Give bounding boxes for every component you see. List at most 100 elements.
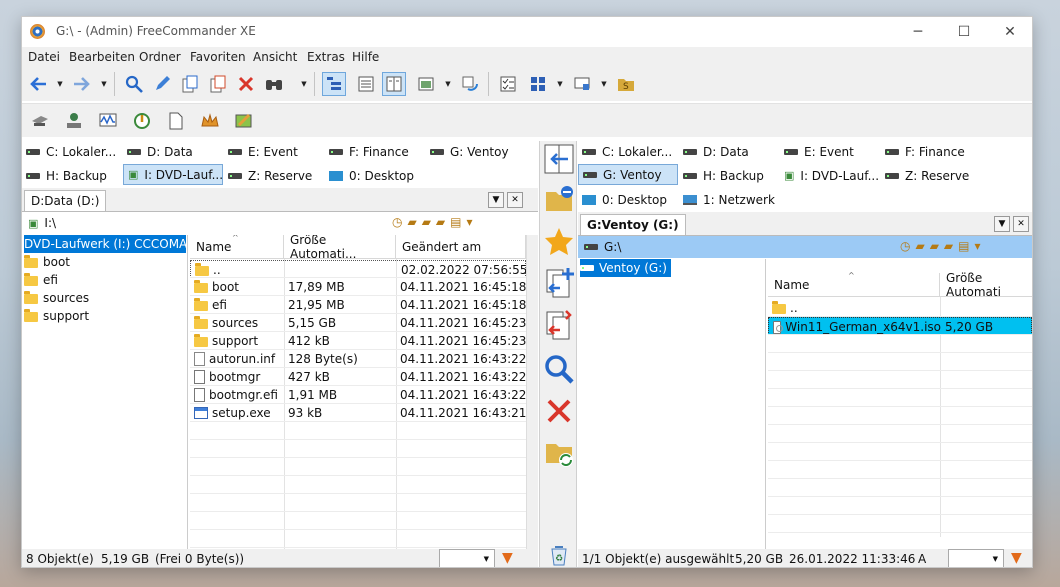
sync-refresh-icon[interactable] [458, 72, 482, 96]
dual-pane-icon[interactable] [382, 72, 406, 96]
binoculars-dropdown-icon[interactable]: ▼ [300, 72, 308, 96]
favorites-star-icon[interactable] [542, 223, 576, 259]
preview-dropdown-icon[interactable]: ▼ [444, 72, 452, 96]
left-drive-i[interactable]: ▣ I: DVD-Lauf... [123, 164, 223, 185]
column-header-size[interactable]: Größe Automati [940, 271, 1032, 299]
crown-icon[interactable] [198, 109, 222, 133]
folder-s-icon[interactable]: S [614, 72, 638, 96]
left-drive-h[interactable]: H: Backup [22, 165, 122, 186]
tree-root-ventoy[interactable]: Ventoy (G:) [580, 259, 671, 277]
column-header-name[interactable]: Name ^ [768, 271, 940, 297]
tree-item[interactable]: boot [24, 253, 74, 271]
preview-icon[interactable] [414, 72, 438, 96]
right-drive-e[interactable]: E: Event [780, 141, 880, 162]
right-drive-i[interactable]: ▣ I: DVD-Lauf... [780, 165, 880, 186]
right-filter-combo[interactable]: ▼ [948, 549, 1004, 567]
left-scrollbar[interactable] [526, 235, 538, 549]
menu-favoriten[interactable]: Favoriten [190, 50, 246, 64]
table-row[interactable]: Win11_German_x64v1.iso 5,20 GB [768, 317, 1032, 335]
maximize-button[interactable]: ☐ [941, 17, 987, 47]
filter-funnel-icon[interactable]: ▼ [502, 550, 513, 566]
copy-icon[interactable] [178, 72, 202, 96]
details-view-icon[interactable] [354, 72, 378, 96]
left-path[interactable]: I:\ [44, 216, 56, 230]
network-drive-icon[interactable] [28, 109, 52, 133]
recycle-bin-icon[interactable]: ♻ [542, 537, 576, 567]
table-row[interactable]: setup.exe 93 kB 04.11.2021 16:43:21 [190, 404, 526, 422]
menu-ansicht[interactable]: Ansicht [253, 50, 297, 64]
power-icon[interactable] [130, 109, 154, 133]
table-row[interactable]: bootmgr 427 kB 04.11.2021 16:43:22 [190, 368, 526, 386]
menu-ordner[interactable]: Ordner [139, 50, 181, 64]
table-row[interactable]: sources 5,15 GB 04.11.2021 16:45:23 [190, 314, 526, 332]
left-drive-c[interactable]: C: Lokaler... [22, 141, 122, 162]
move-to-other-icon[interactable] [542, 307, 576, 343]
forward-arrow-icon[interactable] [70, 72, 94, 96]
grid-layout-icon[interactable] [526, 72, 550, 96]
minimize-button[interactable]: ─ [895, 17, 941, 47]
left-drive-f[interactable]: F: Finance [325, 141, 425, 162]
folder-refresh-icon[interactable] [542, 435, 576, 471]
menu-bearbeiten[interactable]: Bearbeiten [69, 50, 135, 64]
image-edit-icon[interactable] [232, 109, 256, 133]
right-path[interactable]: G:\ [604, 240, 621, 254]
rename-pencil-icon[interactable] [150, 72, 174, 96]
tree-item[interactable]: efi [24, 271, 62, 289]
right-drive-h[interactable]: H: Backup [679, 165, 779, 186]
left-drive-z[interactable]: Z: Reserve [224, 165, 324, 186]
tree-item[interactable]: support [24, 307, 93, 325]
left-drive-e[interactable]: E: Event [224, 141, 324, 162]
table-row[interactable]: autorun.inf 128 Byte(s) 04.11.2021 16:43:2… [190, 350, 526, 368]
right-drive-desktop[interactable]: 0: Desktop [578, 189, 678, 210]
column-header-name[interactable]: Name ^ [190, 235, 284, 259]
layout-dropdown-icon[interactable]: ▼ [556, 72, 564, 96]
sync-panes-icon[interactable] [542, 141, 576, 177]
back-arrow-icon[interactable] [26, 72, 50, 96]
search-icon[interactable] [122, 72, 146, 96]
left-drive-desktop[interactable]: 0: Desktop [325, 165, 425, 186]
back-dropdown-icon[interactable]: ▼ [56, 72, 64, 96]
right-drive-c[interactable]: C: Lokaler... [578, 141, 678, 162]
tree-item[interactable]: sources [24, 289, 93, 307]
forward-dropdown-icon[interactable]: ▼ [100, 72, 108, 96]
tree-view-icon[interactable] [322, 72, 346, 96]
table-row[interactable]: bootmgr.efi 1,91 MB 04.11.2021 16:43:22 [190, 386, 526, 404]
left-drive-g[interactable]: G: Ventoy [426, 141, 526, 162]
menu-extras[interactable]: Extras [307, 50, 345, 64]
screen-icon[interactable] [570, 72, 594, 96]
right-drive-d[interactable]: D: Data [679, 141, 779, 162]
copy-to-other-icon[interactable] [542, 265, 576, 301]
left-tab-data[interactable]: D:Data (D:) [24, 190, 107, 211]
right-tab-close-icon[interactable]: ✕ [1013, 216, 1029, 232]
filter-funnel-icon[interactable]: ▼ [1011, 550, 1022, 566]
left-path-tools-icon[interactable]: ◷▰▰▰▤▾ [392, 215, 478, 229]
right-drive-f[interactable]: F: Finance [881, 141, 981, 162]
left-filter-combo[interactable]: ▼ [439, 549, 495, 567]
close-window-button[interactable]: ✕ [987, 17, 1032, 47]
column-header-size[interactable]: Größe Automati... [284, 235, 396, 261]
search-large-icon[interactable] [542, 351, 576, 387]
right-tab-dropdown-icon[interactable]: ▼ [994, 216, 1010, 232]
column-header-date[interactable]: Geändert am [396, 235, 526, 259]
monitor-graph-icon[interactable] [96, 109, 120, 133]
menu-datei[interactable]: Datei [28, 50, 60, 64]
menu-hilfe[interactable]: Hilfe [352, 50, 379, 64]
delete-icon[interactable] [234, 72, 258, 96]
left-tab-dropdown-icon[interactable]: ▼ [488, 192, 504, 208]
new-file-icon[interactable] [164, 109, 188, 133]
table-row[interactable]: boot 17,89 MB 04.11.2021 16:45:18 [190, 278, 526, 296]
folder-remove-icon[interactable] [542, 181, 576, 217]
right-tab-ventoy[interactable]: G:Ventoy (G:) [580, 214, 686, 235]
right-drive-z[interactable]: Z: Reserve [881, 165, 981, 186]
user-drive-icon[interactable] [62, 109, 86, 133]
table-row[interactable]: efi 21,95 MB 04.11.2021 16:45:18 [190, 296, 526, 314]
tree-root-dvd[interactable]: DVD-Laufwerk (I:) CCCOMA_X64FRE [24, 235, 186, 253]
right-drive-g[interactable]: G: Ventoy [578, 164, 678, 185]
screen-dropdown-icon[interactable]: ▼ [600, 72, 608, 96]
table-row[interactable]: support 412 kB 04.11.2021 16:45:23 [190, 332, 526, 350]
left-drive-d[interactable]: D: Data [123, 141, 223, 162]
right-drive-network[interactable]: 1: Netzwerk [679, 189, 779, 210]
binoculars-icon[interactable] [262, 72, 286, 96]
right-path-tools-icon[interactable]: ◷▰▰▰▤▾ [900, 239, 986, 253]
table-row[interactable]: .. 02.02.2022 07:56:55 [190, 260, 526, 278]
